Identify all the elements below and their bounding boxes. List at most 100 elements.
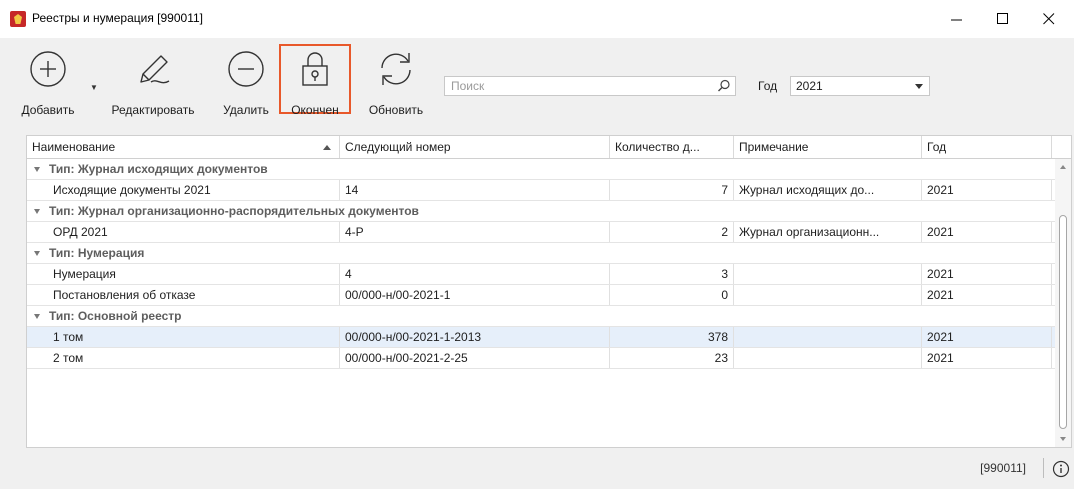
- lock-icon: [302, 52, 328, 86]
- table-row[interactable]: ОРД 2021 4-Р 2 Журнал организационн... 2…: [27, 222, 1057, 243]
- collapse-icon[interactable]: [34, 314, 40, 319]
- cell-next-number: 14: [340, 180, 610, 200]
- search-input[interactable]: [445, 77, 711, 95]
- cell-next-number: 4: [340, 264, 610, 284]
- status-divider: [1043, 458, 1044, 478]
- cell-name: Постановления об отказе: [48, 285, 340, 305]
- group-title: Тип: Основной реестр: [49, 309, 182, 323]
- cell-name: ОРД 2021: [48, 222, 340, 242]
- table-row-selected[interactable]: 1 том 00/000-н/00-2021-1-2013 378 2021: [27, 327, 1057, 348]
- cell-count: 378: [610, 327, 734, 347]
- cell-next-number: 00/000-н/00-2021-2-25: [340, 348, 610, 368]
- chevron-down-icon[interactable]: [915, 84, 923, 89]
- group-title: Тип: Журнал организационно-распорядитель…: [49, 204, 419, 218]
- maximize-button[interactable]: [980, 0, 1026, 38]
- cell-name: 2 том: [48, 348, 340, 368]
- group-row[interactable]: Тип: Основной реестр: [27, 306, 1057, 327]
- scroll-up-icon[interactable]: [1060, 165, 1066, 169]
- collapse-icon[interactable]: [34, 209, 40, 214]
- year-dropdown[interactable]: 2021: [790, 76, 930, 96]
- scroll-down-icon[interactable]: [1060, 437, 1066, 441]
- search-box[interactable]: [444, 76, 736, 96]
- collapse-icon[interactable]: [34, 167, 40, 172]
- cell-count: 2: [610, 222, 734, 242]
- edit-button-label: Редактировать: [111, 103, 195, 117]
- info-icon[interactable]: [1052, 460, 1070, 478]
- column-header-next-number[interactable]: Следующий номер: [340, 136, 610, 158]
- column-header-year[interactable]: Год: [922, 136, 1052, 158]
- add-button[interactable]: Добавить: [16, 44, 80, 117]
- cell-year: 2021: [922, 264, 1052, 284]
- cell-name: Нумерация: [48, 264, 340, 284]
- cell-name: 1 том: [48, 327, 340, 347]
- vertical-scrollbar[interactable]: [1055, 159, 1071, 447]
- cell-year: 2021: [922, 327, 1052, 347]
- group-row[interactable]: Тип: Журнал исходящих документов: [27, 159, 1057, 180]
- cell-count: 23: [610, 348, 734, 368]
- group-row[interactable]: Тип: Журнал организационно-распорядитель…: [27, 201, 1057, 222]
- group-row[interactable]: Тип: Нумерация: [27, 243, 1057, 264]
- cell-count: 0: [610, 285, 734, 305]
- closed-button[interactable]: Окончен: [279, 44, 351, 117]
- cell-year: 2021: [922, 180, 1052, 200]
- refresh-icon: [381, 53, 411, 85]
- scrollbar-thumb[interactable]: [1059, 215, 1067, 429]
- cell-next-number: 00/000-н/00-2021-1-2013: [340, 327, 610, 347]
- table-row[interactable]: 2 том 00/000-н/00-2021-2-25 23 2021: [27, 348, 1057, 369]
- cell-next-number: 00/000-н/00-2021-1: [340, 285, 610, 305]
- refresh-button-label: Обновить: [368, 103, 424, 117]
- closed-button-label: Окончен: [291, 103, 339, 117]
- sort-asc-icon: [323, 145, 331, 150]
- group-title: Тип: Журнал исходящих документов: [49, 162, 268, 176]
- cell-note: Журнал исходящих до...: [734, 180, 922, 200]
- group-title: Тип: Нумерация: [49, 246, 145, 260]
- grid-rows: Тип: Журнал исходящих документов Исходящ…: [27, 159, 1057, 369]
- maximize-icon: [997, 13, 1008, 24]
- cell-note: Журнал организационн...: [734, 222, 922, 242]
- title-bar: Реестры и нумерация [990011]: [0, 0, 1074, 38]
- plus-circle-icon: [30, 51, 66, 87]
- cell-count: 3: [610, 264, 734, 284]
- cell-year: 2021: [922, 285, 1052, 305]
- add-dropdown-arrow-icon[interactable]: ▼: [90, 83, 98, 92]
- year-label: Год: [758, 79, 778, 93]
- toolbar: Добавить ▼ Редактировать Удалить Окончен…: [0, 38, 1074, 122]
- delete-button[interactable]: Удалить: [216, 44, 276, 117]
- cell-note: [734, 264, 922, 284]
- cell-name: Исходящие документы 2021: [48, 180, 340, 200]
- delete-button-label: Удалить: [223, 103, 269, 117]
- table-row[interactable]: Нумерация 4 3 2021: [27, 264, 1057, 285]
- minimize-button[interactable]: [934, 0, 980, 38]
- cell-note: [734, 285, 922, 305]
- edit-button[interactable]: Редактировать: [104, 44, 202, 117]
- cell-next-number: 4-Р: [340, 222, 610, 242]
- cell-note: [734, 327, 922, 347]
- column-header-count[interactable]: Количество д...: [610, 136, 734, 158]
- collapse-icon[interactable]: [34, 251, 40, 256]
- grid-header: Наименование Следующий номер Количество …: [27, 136, 1071, 159]
- year-dropdown-value: 2021: [796, 79, 823, 93]
- cell-year: 2021: [922, 222, 1052, 242]
- cell-count: 7: [610, 180, 734, 200]
- close-icon: [1043, 13, 1055, 25]
- window-title: Реестры и нумерация [990011]: [32, 11, 203, 25]
- status-bar: [990011]: [0, 452, 1074, 489]
- cell-note: [734, 348, 922, 368]
- column-header-note[interactable]: Примечание: [734, 136, 922, 158]
- close-button[interactable]: [1026, 0, 1072, 38]
- add-button-label: Добавить: [21, 103, 75, 117]
- status-id: [990011]: [980, 461, 1026, 475]
- minimize-icon: [951, 19, 962, 21]
- cell-year: 2021: [922, 348, 1052, 368]
- table-row[interactable]: Постановления об отказе 00/000-н/00-2021…: [27, 285, 1057, 306]
- search-icon[interactable]: [717, 79, 731, 93]
- pencil-icon: [140, 55, 170, 84]
- registers-grid: Наименование Следующий номер Количество …: [26, 135, 1072, 448]
- refresh-button[interactable]: Обновить: [360, 44, 432, 117]
- app-logo-icon: [10, 11, 26, 27]
- table-row[interactable]: Исходящие документы 2021 14 7 Журнал исх…: [27, 180, 1057, 201]
- column-header-name-label: Наименование: [32, 140, 116, 154]
- minus-circle-icon: [228, 51, 264, 87]
- app-window: Реестры и нумерация [990011] Добавить ▼: [0, 0, 1074, 489]
- column-header-name[interactable]: Наименование: [27, 136, 340, 158]
